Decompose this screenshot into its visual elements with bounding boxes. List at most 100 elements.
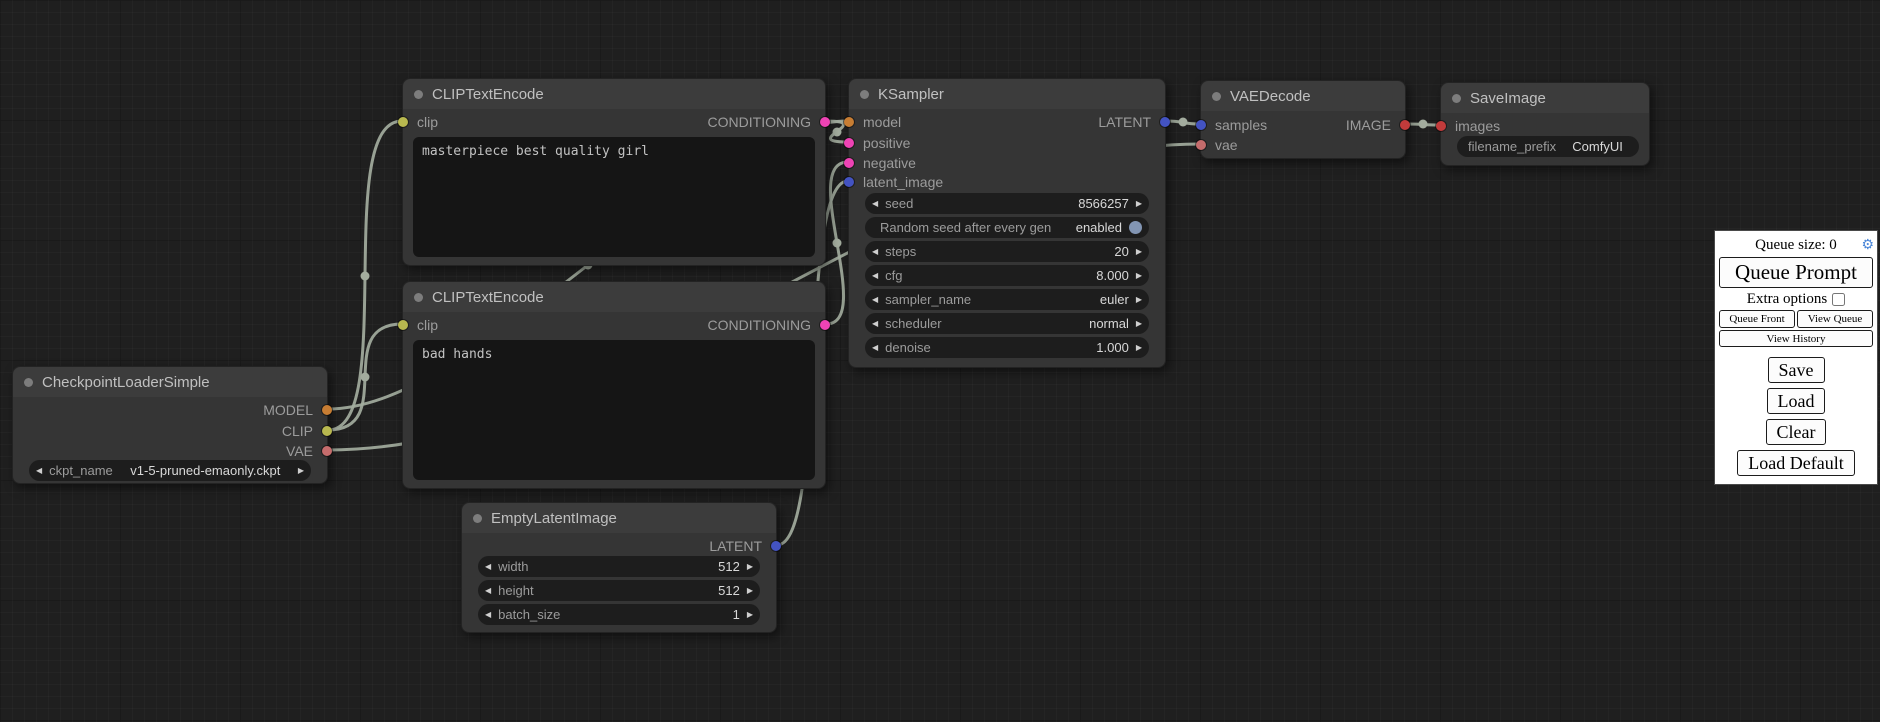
- input-slot-latent-image[interactable]: [844, 177, 854, 187]
- node-title-bar[interactable]: CLIPTextEncode: [403, 79, 825, 109]
- decrement-arrow-icon[interactable]: ◀: [872, 248, 878, 256]
- increment-arrow-icon[interactable]: ▶: [1136, 320, 1142, 328]
- input-slot-negative[interactable]: [844, 158, 854, 168]
- output-slot-latent[interactable]: [771, 541, 781, 551]
- widget-label: denoise: [885, 340, 931, 355]
- settings-gear-icon[interactable]: ⚙: [1861, 236, 1874, 256]
- widget-cfg[interactable]: ◀ cfg 8.000 ▶: [865, 265, 1149, 286]
- node-title: KSampler: [878, 86, 944, 103]
- node-ksampler[interactable]: KSampler model LATENT positive negative …: [848, 78, 1166, 368]
- toggle-knob-icon[interactable]: [1129, 221, 1142, 234]
- decrement-arrow-icon[interactable]: ◀: [485, 587, 491, 595]
- view-queue-button[interactable]: View Queue: [1797, 310, 1873, 328]
- slot-row: CLIP: [13, 421, 327, 441]
- output-slot-conditioning[interactable]: [820, 320, 830, 330]
- collapse-dot-icon[interactable]: [1212, 92, 1221, 101]
- input-slot-samples[interactable]: [1196, 120, 1206, 130]
- node-checkpoint-loader-simple[interactable]: CheckpointLoaderSimple MODEL CLIP VAE ◀ …: [12, 366, 328, 484]
- widget-value: 512: [718, 583, 740, 598]
- widget-scheduler[interactable]: ◀ scheduler normal ▶: [865, 313, 1149, 334]
- output-slot-vae[interactable]: [322, 446, 332, 456]
- decrement-arrow-icon[interactable]: ◀: [872, 200, 878, 208]
- output-slot-image[interactable]: [1400, 120, 1410, 130]
- decrement-arrow-icon[interactable]: ◀: [872, 320, 878, 328]
- widget-seed[interactable]: ◀ seed 8566257 ▶: [865, 193, 1149, 214]
- decrement-arrow-icon[interactable]: ◀: [485, 563, 491, 571]
- decrement-arrow-icon[interactable]: ◀: [872, 272, 878, 280]
- output-slot-latent[interactable]: [1160, 117, 1170, 127]
- node-title-bar[interactable]: EmptyLatentImage: [462, 503, 776, 533]
- node-title: CLIPTextEncode: [432, 86, 544, 103]
- output-slot-clip[interactable]: [322, 426, 332, 436]
- node-title-bar[interactable]: VAEDecode: [1201, 81, 1405, 111]
- input-slot-clip[interactable]: [398, 117, 408, 127]
- widget-value: normal: [1089, 316, 1129, 331]
- widget-height[interactable]: ◀ height 512 ▶: [478, 580, 760, 601]
- widget-batch-size[interactable]: ◀ batch_size 1 ▶: [478, 604, 760, 625]
- node-clip-text-encode-negative[interactable]: CLIPTextEncode clip CONDITIONING bad han…: [402, 281, 826, 489]
- clear-button[interactable]: Clear: [1766, 419, 1827, 445]
- node-title-bar[interactable]: SaveImage: [1441, 83, 1649, 113]
- slot-row: positive: [849, 133, 1165, 153]
- queue-front-button[interactable]: Queue Front: [1719, 310, 1795, 328]
- view-history-button[interactable]: View History: [1719, 330, 1873, 347]
- slot-row: images: [1441, 116, 1649, 136]
- node-title-bar[interactable]: CheckpointLoaderSimple: [13, 367, 327, 397]
- widget-value: 512: [718, 559, 740, 574]
- widget-steps[interactable]: ◀ steps 20 ▶: [865, 241, 1149, 262]
- collapse-dot-icon[interactable]: [24, 378, 33, 387]
- prompt-text-area[interactable]: masterpiece best quality girl: [413, 137, 815, 257]
- input-slot-model[interactable]: [844, 117, 854, 127]
- increment-arrow-icon[interactable]: ▶: [747, 587, 753, 595]
- output-slot-conditioning[interactable]: [820, 117, 830, 127]
- widget-random-seed-toggle[interactable]: Random seed after every gen enabled: [865, 217, 1149, 238]
- node-title-bar[interactable]: CLIPTextEncode: [403, 282, 825, 312]
- slot-row: samples IMAGE: [1201, 115, 1405, 135]
- queue-prompt-button[interactable]: Queue Prompt: [1719, 257, 1873, 288]
- increment-arrow-icon[interactable]: ▶: [298, 467, 304, 475]
- node-clip-text-encode-positive[interactable]: CLIPTextEncode clip CONDITIONING masterp…: [402, 78, 826, 266]
- wire-midpoint-dot: [361, 272, 370, 281]
- node-save-image[interactable]: SaveImage images filename_prefix ComfyUI: [1440, 82, 1650, 166]
- widget-sampler-name[interactable]: ◀ sampler_name euler ▶: [865, 289, 1149, 310]
- increment-arrow-icon[interactable]: ▶: [1136, 248, 1142, 256]
- load-default-button[interactable]: Load Default: [1737, 450, 1854, 476]
- save-button[interactable]: Save: [1768, 357, 1825, 383]
- widget-denoise[interactable]: ◀ denoise 1.000 ▶: [865, 337, 1149, 358]
- increment-arrow-icon[interactable]: ▶: [1136, 296, 1142, 304]
- input-slot-images[interactable]: [1436, 121, 1446, 131]
- increment-arrow-icon[interactable]: ▶: [747, 563, 753, 571]
- increment-arrow-icon[interactable]: ▶: [1136, 272, 1142, 280]
- collapse-dot-icon[interactable]: [473, 514, 482, 523]
- prompt-text-area[interactable]: bad hands: [413, 340, 815, 480]
- decrement-arrow-icon[interactable]: ◀: [36, 467, 42, 475]
- collapse-dot-icon[interactable]: [414, 90, 423, 99]
- slot-row: model LATENT: [849, 112, 1165, 132]
- node-empty-latent-image[interactable]: EmptyLatentImage LATENT ◀ width 512 ▶ ◀ …: [461, 502, 777, 633]
- collapse-dot-icon[interactable]: [414, 293, 423, 302]
- output-slot-model[interactable]: [322, 405, 332, 415]
- node-vae-decode[interactable]: VAEDecode samples IMAGE vae: [1200, 80, 1406, 159]
- slot-row: LATENT: [462, 536, 776, 556]
- collapse-dot-icon[interactable]: [1452, 94, 1461, 103]
- node-title-bar[interactable]: KSampler: [849, 79, 1165, 109]
- widget-width[interactable]: ◀ width 512 ▶: [478, 556, 760, 577]
- increment-arrow-icon[interactable]: ▶: [1136, 200, 1142, 208]
- decrement-arrow-icon[interactable]: ◀: [872, 344, 878, 352]
- extra-options-checkbox[interactable]: [1832, 293, 1845, 306]
- increment-arrow-icon[interactable]: ▶: [747, 611, 753, 619]
- input-slot-clip[interactable]: [398, 320, 408, 330]
- input-slot-positive[interactable]: [844, 138, 854, 148]
- load-button[interactable]: Load: [1767, 388, 1826, 414]
- input-slot-vae[interactable]: [1196, 140, 1206, 150]
- slot-row: MODEL: [13, 400, 327, 420]
- widget-filename-prefix[interactable]: filename_prefix ComfyUI: [1457, 136, 1639, 157]
- wire-samples: [1166, 121, 1200, 124]
- decrement-arrow-icon[interactable]: ◀: [485, 611, 491, 619]
- input-label-clip: clip: [417, 114, 438, 130]
- increment-arrow-icon[interactable]: ▶: [1136, 344, 1142, 352]
- input-label-clip: clip: [417, 317, 438, 333]
- widget-ckpt-name[interactable]: ◀ ckpt_name v1-5-pruned-emaonly.ckpt ▶: [29, 460, 311, 481]
- collapse-dot-icon[interactable]: [860, 90, 869, 99]
- decrement-arrow-icon[interactable]: ◀: [872, 296, 878, 304]
